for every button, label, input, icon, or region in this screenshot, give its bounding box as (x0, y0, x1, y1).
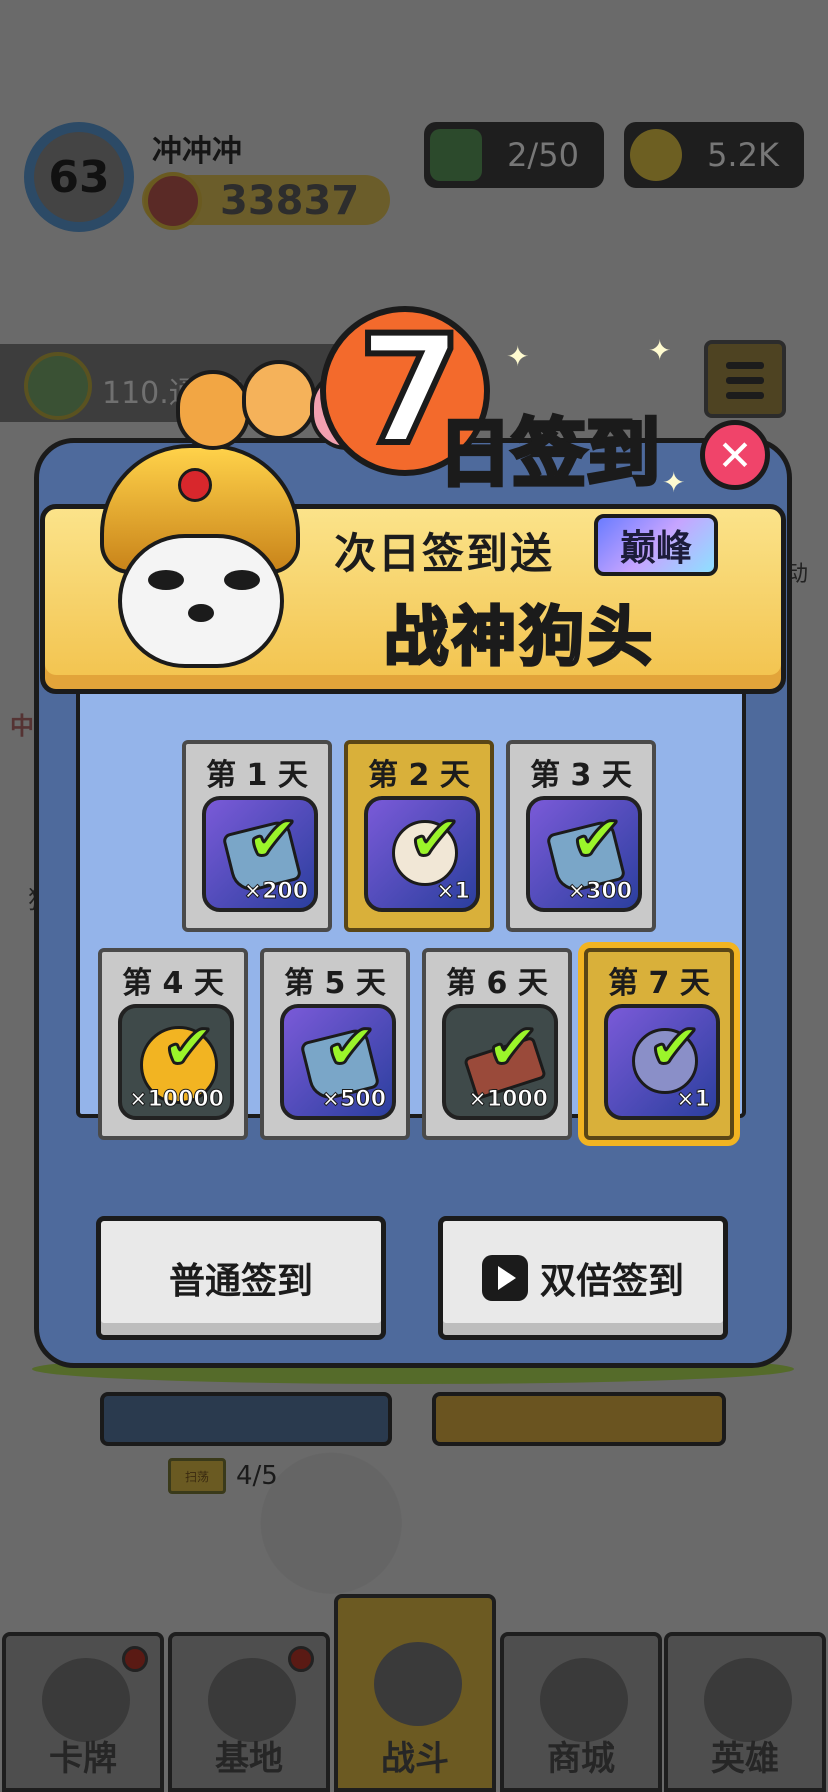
reward-qty: ×200 (243, 879, 308, 905)
player-level: 63 (48, 151, 110, 203)
nav-tab-battle[interactable]: 战斗 (334, 1594, 496, 1792)
cat-mascot (176, 370, 250, 450)
sparkle-icon: ✦ (662, 466, 686, 499)
reward-qty: ×10000 (129, 1087, 225, 1113)
fist-icon (144, 172, 202, 230)
reward-slot: ✔ ×300 (526, 796, 642, 912)
day-card-1[interactable]: 第 1 天 ✔ ×200 (182, 740, 332, 932)
day-label: 第 5 天 (284, 966, 386, 1001)
nav-label: 战斗 (381, 1739, 449, 1779)
menu-line (726, 362, 764, 369)
nav-label: 基地 (215, 1739, 283, 1779)
masked-hero-icon (704, 1658, 792, 1742)
day-label: 第 2 天 (368, 758, 470, 793)
dog-face (118, 534, 284, 668)
sparkle-icon: ✦ (506, 340, 530, 373)
close-button[interactable]: ✕ (700, 420, 770, 490)
reward-qty: ×1 (676, 1087, 711, 1113)
background-button[interactable] (100, 1392, 392, 1446)
reward-slot: ✔ ×1 (604, 1004, 720, 1120)
button-label: 普通签到 (168, 1261, 313, 1302)
nav-tab-base[interactable]: 基地 (168, 1632, 330, 1792)
check-icon: ✔ (569, 803, 626, 877)
star-icon (24, 352, 92, 420)
lightning-plus-icon (430, 129, 482, 181)
background-button[interactable] (432, 1392, 726, 1446)
button-label: 双倍签到 (539, 1261, 684, 1302)
player-level-badge: 63 (24, 122, 134, 232)
check-icon: ✔ (161, 1011, 218, 1085)
menu-line (726, 377, 764, 384)
day-card-7[interactable]: 第 7 天 ✔ ×1 (584, 948, 734, 1140)
card-dog-icon (42, 1658, 130, 1742)
reward-qty: ×300 (567, 879, 632, 905)
sweep-ticket-row: 扫荡 4/5 (168, 1458, 278, 1494)
notification-dot (288, 1646, 314, 1672)
sparkle-icon: ✦ (648, 334, 672, 367)
coin-plus-icon (630, 129, 682, 181)
video-play-icon (481, 1255, 528, 1301)
seven-day-signin-dialog: 次日签到送 巅峰 战神狗头 7 日签到 ✕ ✦ ✦ ✦ 第 1 天 ✔ ×200… (28, 301, 798, 1384)
nav-tab-cards[interactable]: 卡牌 (2, 1632, 164, 1792)
nav-tab-shop[interactable]: 商城 (500, 1632, 662, 1792)
nav-label: 英雄 (711, 1739, 779, 1779)
nav-tab-heroes[interactable]: 英雄 (664, 1632, 826, 1792)
reward-qty: ×1 (436, 879, 471, 905)
paw-icon (374, 1642, 462, 1726)
bottom-nav: 卡牌 基地 战斗 商城 英雄 (0, 1594, 828, 1792)
check-icon: ✔ (647, 1011, 704, 1085)
player-name: 冲冲冲 (152, 134, 242, 169)
nav-label: 商城 (547, 1739, 615, 1779)
day-label: 第 3 天 (530, 758, 632, 793)
menu-button[interactable] (704, 340, 786, 418)
day-label: 第 7 天 (608, 966, 710, 1001)
nose (188, 604, 214, 622)
power-value: 33837 (220, 178, 360, 224)
reward-slot: ✔ ×1 (364, 796, 480, 912)
day-card-2[interactable]: 第 2 天 ✔ ×1 (344, 740, 494, 932)
coin-value: 5.2K (707, 136, 779, 174)
notification-dot (122, 1646, 148, 1672)
reward-slot: ✔ ×10000 (118, 1004, 234, 1120)
castle-icon (208, 1658, 296, 1742)
reward-slot: ✔ ×1000 (442, 1004, 558, 1120)
peak-badge: 巅峰 (594, 514, 718, 576)
dialog-title: 日签到 (436, 409, 662, 499)
day-label: 第 1 天 (206, 758, 308, 793)
eye (224, 570, 260, 590)
reward-slot: ✔ ×200 (202, 796, 318, 912)
normal-signin-button[interactable]: 普通签到 (96, 1216, 386, 1340)
banner-reward-name: 战神狗头 (383, 600, 656, 677)
ticket-icon: 扫荡 (168, 1458, 226, 1494)
check-icon: ✔ (407, 803, 464, 877)
coin-pill[interactable]: 5.2K (624, 122, 804, 188)
day-card-3[interactable]: 第 3 天 ✔ ×300 (506, 740, 656, 932)
menu-line (726, 392, 764, 399)
check-icon: ✔ (323, 1011, 380, 1085)
banner-subtitle: 次日签到送 (334, 529, 555, 578)
eye (148, 570, 184, 590)
day-card-5[interactable]: 第 5 天 ✔ ×500 (260, 948, 410, 1140)
check-icon: ✔ (485, 1011, 542, 1085)
reward-qty: ×1000 (468, 1087, 549, 1113)
day-label: 第 4 天 (122, 966, 224, 1001)
day-card-6[interactable]: 第 6 天 ✔ ×1000 (422, 948, 572, 1140)
cat-mascot (242, 360, 316, 440)
energy-value: 2/50 (507, 136, 579, 174)
day-card-4[interactable]: 第 4 天 ✔ ×10000 (98, 948, 248, 1140)
reward-qty: ×500 (321, 1087, 386, 1113)
energy-pill[interactable]: 2/50 (424, 122, 604, 188)
check-icon: ✔ (245, 803, 302, 877)
reward-slot: ✔ ×500 (280, 1004, 396, 1120)
nav-label: 卡牌 (49, 1739, 117, 1779)
money-icon (540, 1658, 628, 1742)
day-label: 第 6 天 (446, 966, 548, 1001)
ticket-count: 4/5 (236, 1461, 278, 1491)
double-signin-button[interactable]: 双倍签到 (438, 1216, 728, 1340)
